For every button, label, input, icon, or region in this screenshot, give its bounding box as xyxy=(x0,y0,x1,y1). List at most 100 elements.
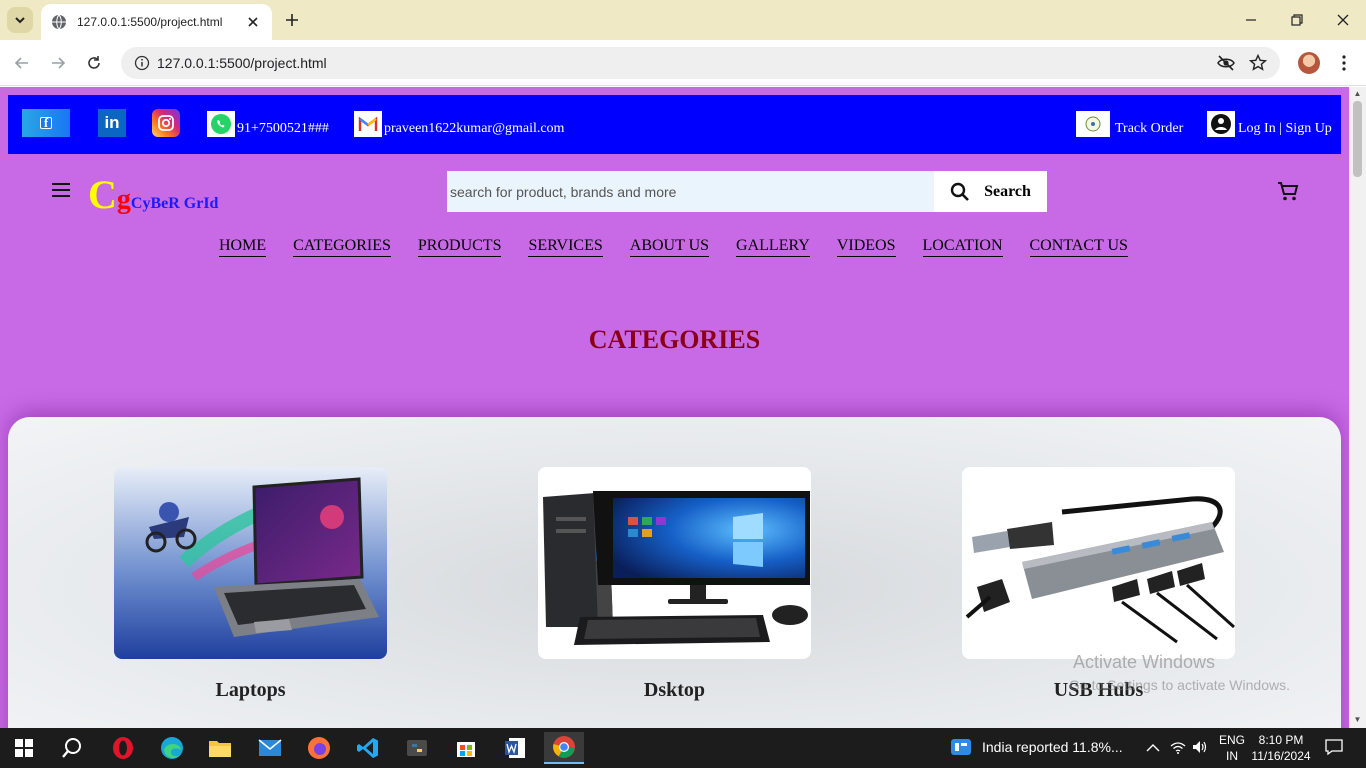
logo-letter-c: C xyxy=(88,172,117,217)
facebook-link[interactable]: f xyxy=(22,109,70,137)
reload-button[interactable] xyxy=(83,52,105,74)
mail-icon xyxy=(258,739,282,756)
watermark-subtitle: Go to Settings to activate Windows. xyxy=(1069,677,1290,693)
language-indicator[interactable]: ENG IN xyxy=(1219,732,1245,764)
store-icon xyxy=(457,742,475,757)
bookmark-star-icon[interactable] xyxy=(1246,51,1270,75)
site-logo[interactable]: CgCyBeR GrId xyxy=(88,171,218,218)
track-order-link[interactable]: Track Order xyxy=(1076,109,1183,137)
taskbar-opera[interactable] xyxy=(103,732,143,764)
eye-slash-icon[interactable] xyxy=(1214,51,1238,75)
linkedin-link[interactable]: in xyxy=(98,109,126,137)
cart-icon[interactable] xyxy=(1276,179,1300,203)
login-label: Log In | Sign Up xyxy=(1238,121,1332,136)
chevron-down-icon xyxy=(15,17,25,24)
close-tab-icon[interactable] xyxy=(244,13,262,31)
instagram-link[interactable] xyxy=(152,109,180,137)
taskbar-edge[interactable] xyxy=(152,732,192,764)
browser-toolbar: 127.0.0.1:5500/project.html xyxy=(0,40,1366,86)
taskbar-vscode[interactable] xyxy=(348,732,388,764)
taskbar-python[interactable] xyxy=(397,732,437,764)
reload-icon xyxy=(88,56,100,69)
browser-tab[interactable]: 127.0.0.1:5500/project.html xyxy=(41,4,272,40)
site-header: CgCyBeR GrId Search xyxy=(0,171,1349,217)
phone-contact[interactable]: 91+7500521### xyxy=(207,109,329,137)
search-input[interactable] xyxy=(447,171,934,212)
taskbar-store[interactable] xyxy=(446,732,486,764)
scroll-down-icon[interactable]: ▼ xyxy=(1353,715,1362,724)
plus-icon xyxy=(286,14,298,26)
laptop-image xyxy=(114,467,387,659)
nav-products[interactable]: PRODUCTS xyxy=(417,237,502,257)
usb-hub-image xyxy=(962,467,1235,659)
site-info-icon[interactable] xyxy=(133,54,151,72)
linkedin-icon: in xyxy=(104,113,120,132)
globe-icon xyxy=(52,14,66,30)
address-bar[interactable]: 127.0.0.1:5500/project.html xyxy=(121,47,1280,79)
nav-categories[interactable]: CATEGORIES xyxy=(293,237,391,257)
track-order-label: Track Order xyxy=(1115,121,1184,136)
top-contact-bar: f in 91+7500521### praveen1622kumar@gmai… xyxy=(8,95,1341,154)
browser-menu-button[interactable] xyxy=(1333,52,1355,74)
main-nav: HOME CATEGORIES PRODUCTS SERVICES ABOUT … xyxy=(219,237,1155,257)
forward-button[interactable] xyxy=(47,52,69,74)
wifi-icon[interactable] xyxy=(1170,740,1186,757)
arrow-right-icon xyxy=(52,57,66,69)
nav-services[interactable]: SERVICES xyxy=(528,237,603,257)
search-icon xyxy=(62,738,81,758)
gmail-icon xyxy=(354,111,382,137)
taskbar-search-button[interactable] xyxy=(52,732,92,764)
tray-overflow-icon[interactable] xyxy=(1146,740,1160,756)
watermark-title: Activate Windows xyxy=(1073,652,1216,672)
close-window-button[interactable] xyxy=(1331,8,1355,32)
taskbar-chrome[interactable] xyxy=(544,732,584,764)
tab-search-button[interactable] xyxy=(7,7,33,33)
nav-home[interactable]: HOME xyxy=(219,237,267,257)
email-address: praveen1622kumar@gmail.com xyxy=(384,121,565,136)
taskbar-word[interactable] xyxy=(495,732,535,764)
taskbar-file-explorer[interactable] xyxy=(200,732,240,764)
category-label: Dsktop xyxy=(643,679,706,701)
search-button[interactable]: Search xyxy=(934,171,1047,212)
edge-icon xyxy=(161,737,183,759)
word-icon xyxy=(505,738,525,758)
taskbar-firefox[interactable] xyxy=(299,732,339,764)
url-text: 127.0.0.1:5500/project.html xyxy=(157,55,327,71)
back-button[interactable] xyxy=(11,52,33,74)
browser-tab-bar: 127.0.0.1:5500/project.html xyxy=(0,0,1366,40)
notifications-icon[interactable] xyxy=(1325,738,1343,759)
folder-icon xyxy=(209,741,231,757)
nav-about-us[interactable]: ABOUT US xyxy=(629,237,710,257)
nav-contact-us[interactable]: CONTACT US xyxy=(1029,237,1128,257)
start-button[interactable] xyxy=(4,732,44,764)
nav-gallery[interactable]: GALLERY xyxy=(736,237,810,257)
scroll-thumb[interactable] xyxy=(1353,101,1362,177)
nav-videos[interactable]: VIDEOS xyxy=(836,237,896,257)
category-card-laptops[interactable]: Laptops xyxy=(114,467,387,702)
region-code: IN xyxy=(1226,749,1238,763)
search-bar: Search xyxy=(447,171,1047,212)
facebook-icon: f xyxy=(40,115,52,130)
python-icon xyxy=(407,740,427,756)
email-contact[interactable]: praveen1622kumar@gmail.com xyxy=(354,109,564,137)
logo-letter-g: g xyxy=(116,184,131,215)
profile-avatar[interactable] xyxy=(1298,52,1320,74)
page-scrollbar[interactable]: ▲ ▼ xyxy=(1349,87,1366,728)
volume-icon[interactable] xyxy=(1192,740,1208,757)
system-clock[interactable]: 8:10 PM 11/16/2024 xyxy=(1250,732,1312,764)
login-link[interactable]: Log In | Sign Up xyxy=(1207,109,1332,137)
news-widget[interactable]: India reported 11.8%... xyxy=(950,738,1123,756)
category-card-desktop[interactable]: Dsktop xyxy=(538,467,811,702)
minimize-button[interactable] xyxy=(1239,8,1263,32)
restore-button[interactable] xyxy=(1285,8,1309,32)
restore-icon xyxy=(1291,14,1303,26)
nav-location[interactable]: LOCATION xyxy=(922,237,1003,257)
menu-icon[interactable] xyxy=(52,183,70,199)
scroll-up-icon[interactable]: ▲ xyxy=(1353,89,1362,98)
vscode-icon xyxy=(357,738,378,758)
desktop-image xyxy=(538,467,811,659)
new-tab-button[interactable] xyxy=(282,10,302,30)
firefox-icon xyxy=(308,737,330,759)
taskbar-mail[interactable] xyxy=(250,732,290,764)
more-vertical-icon xyxy=(1342,55,1346,71)
